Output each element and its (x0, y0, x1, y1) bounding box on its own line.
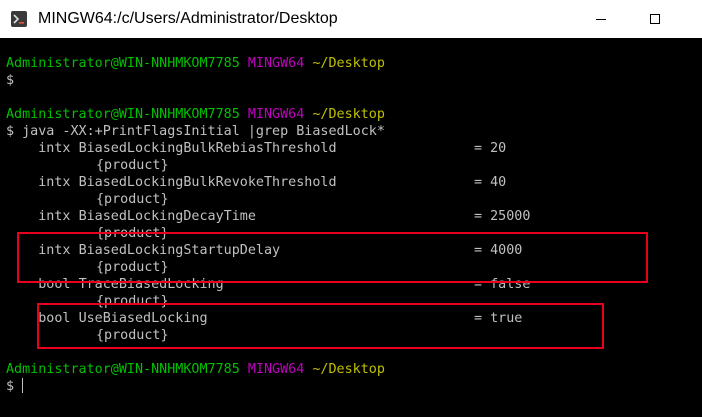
prompt-dir: ~/Desktop (312, 107, 385, 122)
flag-type: intx (38, 141, 71, 156)
flag-value: = 20 (474, 141, 507, 156)
flag-name: BiasedLockingBulkRevokeThreshold (78, 175, 337, 190)
prompt-user: Administrator@WIN-NNHMKOM7785 (6, 107, 240, 122)
highlight-box-startup-delay (17, 232, 648, 283)
window-title: MINGW64:/c/Users/Administrator/Desktop (38, 10, 338, 27)
flag-type: intx (38, 209, 71, 224)
dollar-line: $ (6, 379, 15, 394)
minimize-icon (596, 18, 606, 20)
flag-row: intx BiasedLockingDecayTime (6, 208, 256, 225)
prompt-dir: ~/Desktop (312, 56, 385, 71)
flag-value: = 25000 (474, 209, 531, 224)
flag-name: BiasedLockingDecayTime (78, 209, 256, 224)
prompt-line: Administrator@WIN-NNHMKOM7785 MINGW64 ~/… (6, 55, 385, 72)
flag-name: BiasedLockingBulkRebiasThreshold (78, 141, 337, 156)
prompt-env: MINGW64 (247, 362, 305, 377)
flag-type: intx (38, 175, 71, 190)
maximize-button[interactable] (632, 0, 678, 38)
prompt-env: MINGW64 (247, 107, 305, 122)
flag-scope: {product} (96, 192, 169, 207)
prompt-user: Administrator@WIN-NNHMKOM7785 (6, 362, 240, 377)
flag-value: = 40 (474, 175, 507, 190)
prompt-line: Administrator@WIN-NNHMKOM7785 MINGW64 ~/… (6, 106, 385, 123)
dollar-line: $ (6, 73, 15, 88)
flag-row: intx BiasedLockingBulkRebiasThreshold (6, 140, 337, 157)
prompt-dir: ~/Desktop (312, 362, 385, 377)
minimize-button[interactable] (578, 0, 624, 38)
highlight-box-use-biased-locking (37, 303, 604, 349)
command-line: $ java -XX:+PrintFlagsInitial |grep Bias… (6, 124, 385, 139)
prompt-line: Administrator@WIN-NNHMKOM7785 MINGW64 ~/… (6, 361, 385, 378)
prompt-user: Administrator@WIN-NNHMKOM7785 (6, 56, 240, 71)
maximize-icon (650, 14, 660, 24)
window-titlebar[interactable]: MINGW64:/c/Users/Administrator/Desktop (0, 0, 702, 39)
prompt-env: MINGW64 (247, 56, 305, 71)
text-cursor (22, 378, 23, 393)
flag-scope: {product} (96, 158, 169, 173)
terminal-output[interactable]: Administrator@WIN-NNHMKOM7785 MINGW64 ~/… (0, 38, 702, 417)
git-bash-icon (11, 11, 27, 27)
flag-row: intx BiasedLockingBulkRevokeThreshold (6, 174, 337, 191)
